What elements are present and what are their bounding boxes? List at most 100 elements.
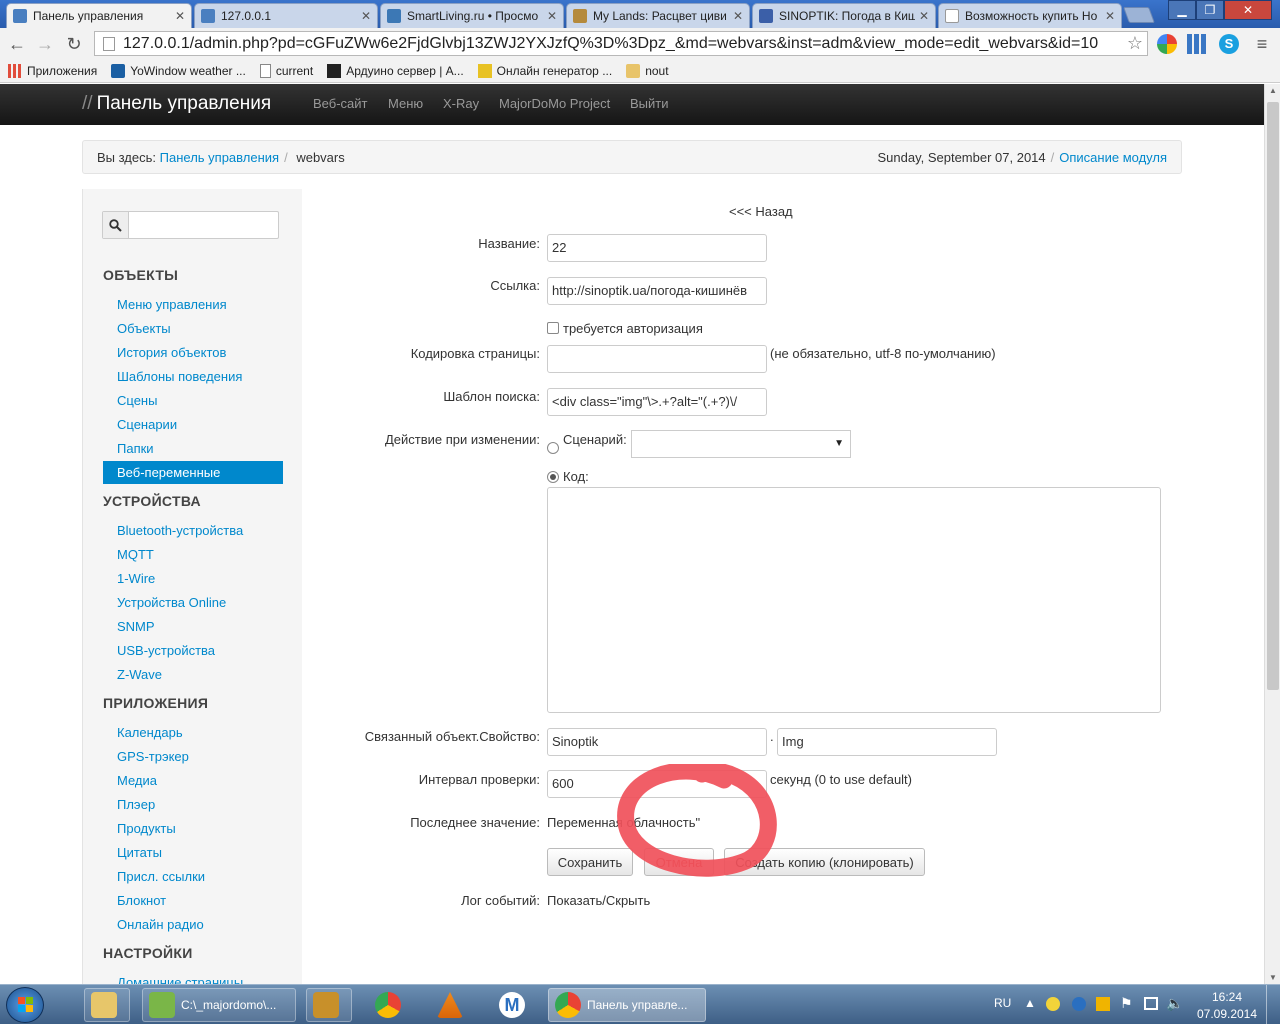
sidebar-item-notepad[interactable]: Блокнот <box>103 889 283 912</box>
event-log-toggle[interactable]: Показать/Скрыть <box>547 893 650 908</box>
nav-website[interactable]: Веб-сайт <box>313 96 367 111</box>
auth-checkbox[interactable] <box>547 322 559 334</box>
search-button[interactable] <box>103 212 129 238</box>
sidebar-item-objects-history[interactable]: История объектов <box>103 341 283 364</box>
sidebar-item-mqtt[interactable]: MQTT <box>103 543 283 566</box>
linked-property-input[interactable]: Img <box>777 728 997 756</box>
browser-tab-admin[interactable]: Панель управления ✕ <box>6 3 192 28</box>
sidebar-item-calendar[interactable]: Календарь <box>103 721 283 744</box>
scroll-down-icon[interactable]: ▼ <box>1269 973 1277 982</box>
taskbar-winrar[interactable] <box>306 988 352 1022</box>
sidebar-item-online-radio[interactable]: Онлайн радио <box>103 913 283 936</box>
back-link[interactable]: <<< Назад <box>729 204 793 219</box>
close-icon[interactable]: ✕ <box>547 9 557 23</box>
clock-date[interactable]: 07.09.2014 <box>1196 1007 1258 1024</box>
nav-logout[interactable]: Выйти <box>630 96 669 111</box>
scroll-up-icon[interactable]: ▲ <box>1269 86 1277 95</box>
sidebar-item-media[interactable]: Медиа <box>103 769 283 792</box>
address-bar[interactable]: 127.0.0.1/admin.php?pd=cGFuZWw6e2FjdGlvb… <box>94 31 1148 56</box>
module-description-link[interactable]: Описание модуля <box>1059 150 1167 165</box>
tray-majordomo-icon[interactable] <box>1072 997 1086 1011</box>
sidebar-item-scenes[interactable]: Сцены <box>103 389 283 412</box>
code-radio[interactable] <box>547 471 559 483</box>
name-input[interactable]: 22 <box>547 234 767 262</box>
start-button[interactable] <box>6 987 44 1023</box>
close-icon[interactable]: ✕ <box>361 9 371 23</box>
bookmark-apps[interactable]: Приложения <box>8 63 97 78</box>
volume-icon[interactable]: 🔈 <box>1166 995 1183 1024</box>
bookmark-arduino[interactable]: Ардуино сервер | A... <box>327 63 464 78</box>
browser-tab-purchase[interactable]: Возможность купить Но ✕ <box>938 3 1122 28</box>
new-tab-button[interactable] <box>1123 7 1155 23</box>
reload-icon[interactable]: ↻ <box>63 33 85 55</box>
taskbar-notepad[interactable]: C:\_majordomo\... <box>142 988 296 1022</box>
bookmark-star-icon[interactable]: ☆ <box>1127 33 1143 54</box>
tray-tool-icon[interactable] <box>1096 997 1110 1011</box>
forward-arrow-icon[interactable]: → <box>34 33 56 55</box>
code-textarea[interactable] <box>547 487 1161 713</box>
sidebar-item-snmp[interactable]: SNMP <box>103 615 283 638</box>
close-icon[interactable]: ✕ <box>733 9 743 23</box>
browser-tab-smartliving[interactable]: SmartLiving.ru • Просмо ✕ <box>380 3 564 28</box>
url-input[interactable]: http://sinoptik.ua/погода-кишинёв <box>547 277 767 305</box>
taskbar-vlc[interactable] <box>430 988 476 1022</box>
script-radio[interactable] <box>547 442 559 454</box>
sidebar-item-home-pages[interactable]: Домашние страницы <box>103 971 283 984</box>
back-arrow-icon[interactable]: ← <box>6 33 28 55</box>
language-indicator[interactable]: RU <box>994 996 1011 1024</box>
taskbar-explorer[interactable] <box>84 988 130 1022</box>
sidebar-item-sent-links[interactable]: Присл. ссылки <box>103 865 283 888</box>
sidebar-item-zwave[interactable]: Z-Wave <box>103 663 283 686</box>
maximize-button[interactable]: ❐ <box>1196 0 1224 20</box>
sidebar-item-behavior-templates[interactable]: Шаблоны поведения <box>103 365 283 388</box>
action-center-flag-icon[interactable]: ⚑ <box>1120 995 1133 1024</box>
sidebar-item-1wire[interactable]: 1-Wire <box>103 567 283 590</box>
sidebar-item-player[interactable]: Плэер <box>103 793 283 816</box>
browser-tab-localhost[interactable]: 127.0.0.1 ✕ <box>194 3 378 28</box>
sidebar-item-gps[interactable]: GPS-трэкер <box>103 745 283 768</box>
minimize-button[interactable]: ▁ <box>1168 0 1196 20</box>
browser-tab-sinoptik[interactable]: SINOPTIK: Погода в Киш ✕ <box>752 3 936 28</box>
nav-menu[interactable]: Меню <box>388 96 423 111</box>
sidebar-item-products[interactable]: Продукты <box>103 817 283 840</box>
brand[interactable]: //Панель управления <box>82 93 271 115</box>
skype-icon[interactable]: S <box>1219 34 1239 54</box>
menu-icon[interactable]: ≡ <box>1252 34 1272 54</box>
breadcrumb-home-link[interactable]: Панель управления <box>160 150 279 165</box>
taskbar-majordomo[interactable]: M <box>492 988 538 1022</box>
tray-app-icon[interactable] <box>1046 997 1060 1011</box>
search-input[interactable] <box>130 212 278 238</box>
sidebar-item-objects[interactable]: Объекты <box>103 317 283 340</box>
page-scrollbar[interactable]: ▲ ▼ <box>1264 84 1280 984</box>
close-icon[interactable]: ✕ <box>175 9 185 23</box>
sidebar-item-quotes[interactable]: Цитаты <box>103 841 283 864</box>
taskbar-chrome-window[interactable]: Панель управле... <box>548 988 706 1022</box>
close-window-button[interactable]: ✕ <box>1224 0 1272 20</box>
sidebar-item-folders[interactable]: Папки <box>103 437 283 460</box>
script-select[interactable]: ▼ <box>631 430 851 458</box>
bookmark-yowindow[interactable]: YoWindow weather ... <box>111 63 246 78</box>
apps-grid-icon[interactable] <box>1187 34 1207 54</box>
sidebar-item-usb[interactable]: USB-устройства <box>103 639 283 662</box>
taskbar-chrome-pinned[interactable] <box>368 988 414 1022</box>
extension-color-icon[interactable] <box>1157 34 1177 54</box>
sidebar-item-devices-online[interactable]: Устройства Online <box>103 591 283 614</box>
sidebar-item-control-menu[interactable]: Меню управления <box>103 293 283 316</box>
close-icon[interactable]: ✕ <box>1105 9 1115 23</box>
nav-xray[interactable]: X-Ray <box>443 96 479 111</box>
close-icon[interactable]: ✕ <box>919 9 929 23</box>
scroll-thumb[interactable] <box>1267 102 1279 690</box>
pattern-input[interactable]: <div class="img"\>.+?alt="(.+?)\/ <box>547 388 767 416</box>
sidebar-item-bluetooth[interactable]: Bluetooth-устройства <box>103 519 283 542</box>
show-desktop-button[interactable] <box>1266 985 1280 1024</box>
tray-expand-icon[interactable]: ▲ <box>1024 996 1036 1024</box>
sidebar-item-web-variables[interactable]: Веб-переменные <box>103 461 283 484</box>
linked-object-input[interactable]: Sinoptik <box>547 728 767 756</box>
sidebar-item-scripts[interactable]: Сценарии <box>103 413 283 436</box>
bookmark-nout[interactable]: nout <box>626 63 669 78</box>
bookmark-current[interactable]: current <box>259 63 313 78</box>
browser-tab-mylands[interactable]: My Lands: Расцвет циви ✕ <box>566 3 750 28</box>
encoding-input[interactable] <box>547 345 767 373</box>
nav-majordomo-project[interactable]: MajorDoMo Project <box>499 96 610 111</box>
bookmark-generator[interactable]: Онлайн генератор ... <box>477 63 612 78</box>
